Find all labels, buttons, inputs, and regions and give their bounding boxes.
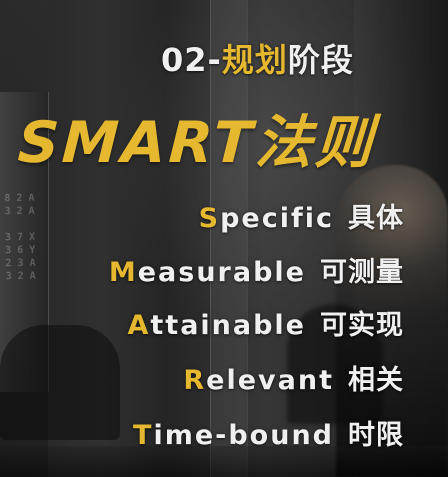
principle-chinese-time-bound: 时限 bbox=[348, 420, 404, 451]
smart-title: SMART法则 bbox=[16, 110, 377, 176]
phase-highlight-text: 规划 bbox=[221, 41, 288, 79]
principle-relevant: Relevant 相关 bbox=[183, 364, 404, 398]
principle-word-relevant: elevant bbox=[206, 365, 334, 396]
principle-initial-a: A bbox=[127, 310, 151, 341]
principle-initial-r: R bbox=[183, 365, 207, 396]
principle-chinese-measurable: 可测量 bbox=[320, 257, 404, 288]
planning-phase-heading: 02-规划阶段 bbox=[161, 35, 354, 81]
principle-chinese-attainable: 可实现 bbox=[320, 310, 404, 341]
principle-time-bound: Time-bound 时限 bbox=[133, 419, 404, 453]
principle-attainable: Attainable 可实现 bbox=[127, 309, 404, 343]
principle-initial-t: T bbox=[133, 420, 154, 451]
principle-word-attainable: ttainable bbox=[150, 310, 306, 341]
principle-word-specific: pecific bbox=[220, 203, 334, 234]
principle-chinese-relevant: 相关 bbox=[348, 365, 404, 396]
principle-word-time-bound: ime-bound bbox=[153, 420, 334, 451]
phase-suffix-text: 阶段 bbox=[287, 41, 354, 79]
principle-chinese-specific: 具体 bbox=[348, 203, 404, 234]
principle-initial-s: S bbox=[198, 203, 221, 234]
principle-specific: Specific 具体 bbox=[199, 202, 404, 236]
whiteboard-writing: 8 2 A3 2 A3 7 X3 6 Y2 3 A3 2 A bbox=[4, 192, 36, 283]
phase-number: 02- bbox=[161, 41, 222, 79]
principle-word-measurable: easurable bbox=[137, 257, 306, 288]
principle-initial-m: M bbox=[108, 257, 138, 288]
principle-measurable: Measurable 可测量 bbox=[109, 256, 404, 290]
smart-principle-slide: 8 2 A3 2 A3 7 X3 6 Y2 3 A3 2 A 02-规划阶段 S… bbox=[0, 0, 448, 477]
background-chair-shadow bbox=[0, 325, 120, 440]
